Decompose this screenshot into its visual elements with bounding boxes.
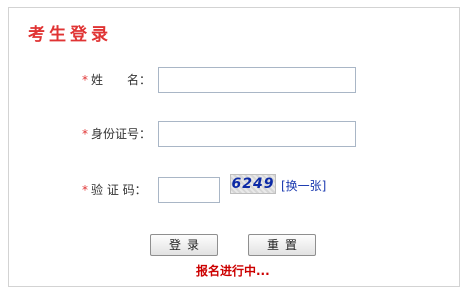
- required-mark: *: [82, 127, 88, 141]
- name-input[interactable]: [158, 67, 356, 93]
- login-button[interactable]: 登录: [150, 234, 218, 256]
- id-label: 身份证号：: [91, 127, 152, 141]
- captcha-input[interactable]: [158, 177, 220, 203]
- code-label-wrap: * 验 证 码：: [82, 176, 147, 204]
- captcha-image[interactable]: 6249: [230, 174, 276, 194]
- name-label-wrap: * 姓 名：: [82, 66, 151, 94]
- status-text: 报名进行中...: [196, 264, 270, 278]
- reset-button[interactable]: 重置: [248, 234, 316, 256]
- code-label: 验 证 码：: [91, 183, 147, 197]
- login-panel: [8, 7, 460, 287]
- change-captcha-link[interactable]: [换一张]: [281, 177, 326, 194]
- required-mark: *: [82, 183, 88, 197]
- name-label: 姓 名：: [91, 73, 152, 87]
- id-label-wrap: * 身份证号：: [82, 120, 151, 148]
- page-title: 考生登录: [28, 25, 112, 45]
- id-number-input[interactable]: [158, 121, 356, 147]
- required-mark: *: [82, 73, 88, 87]
